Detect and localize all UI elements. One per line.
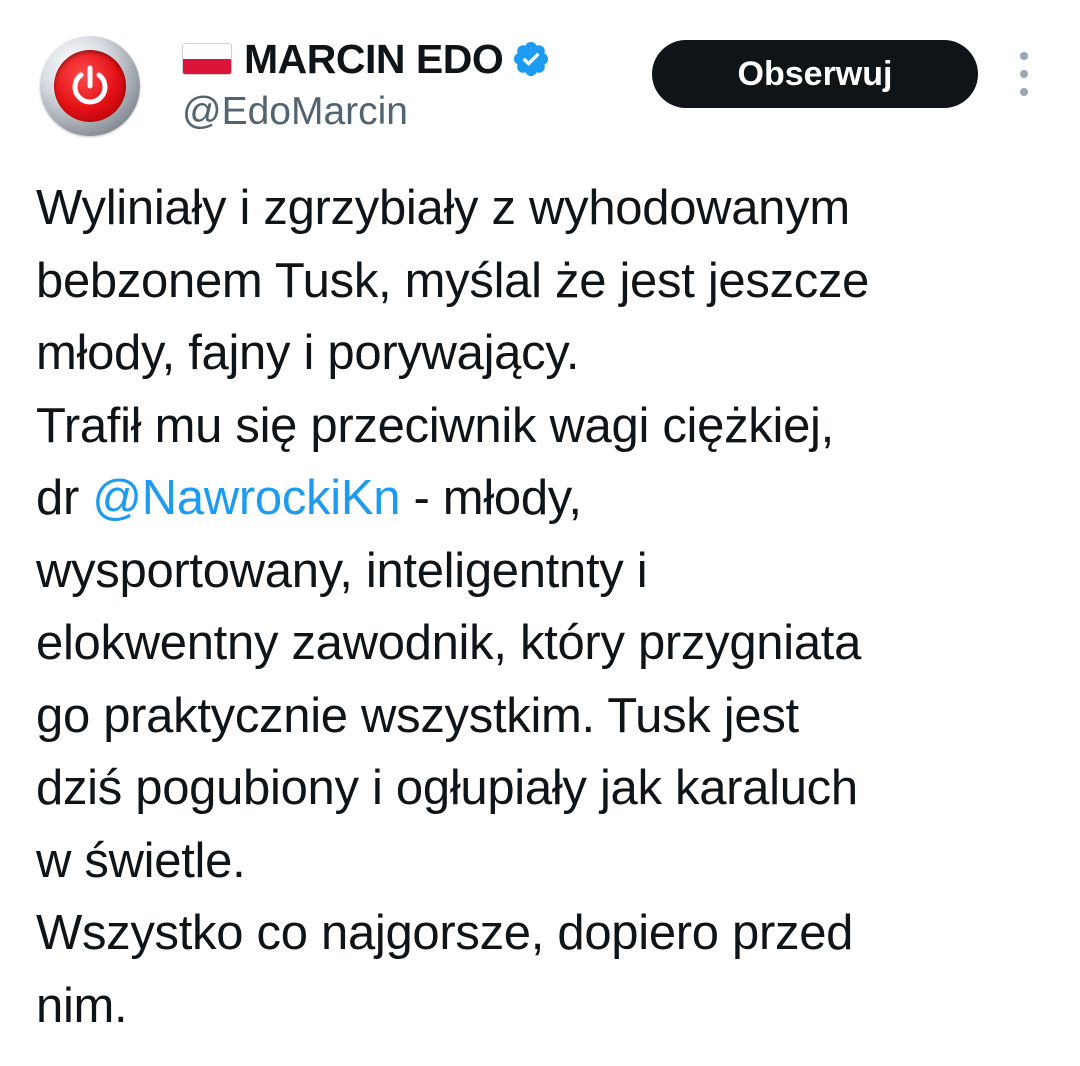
more-dot xyxy=(1020,88,1028,96)
author-display-name[interactable]: MARCIN EDO xyxy=(244,36,504,83)
tweet-line: go praktycznie wszystkim. Tusk jest xyxy=(36,688,799,743)
poland-flag-icon xyxy=(182,43,232,75)
tweet-line-with-mention: dr @NawrockiKn - młody, xyxy=(36,462,1056,535)
tweet-line: elokwentny zawodnik, który przygniata xyxy=(36,616,862,670)
tweet-line: dziś pogubiony i ogłupiały jak karaluch xyxy=(36,761,858,815)
more-options-icon[interactable] xyxy=(1008,52,1040,96)
tweet-line: bebzonem Tusk, myślal że jest jeszcze xyxy=(36,253,870,308)
more-dot xyxy=(1020,70,1028,78)
tweet-line: młody, fajny i porywający. xyxy=(36,326,580,380)
more-dot xyxy=(1020,52,1028,60)
tweet-line: Trafił mu się przeciwnik wagi ciężkiej, xyxy=(36,398,834,453)
tweet-text-fragment: dr xyxy=(36,471,93,525)
tweet-text-fragment: - młody, xyxy=(400,471,582,525)
tweet-line: w świetle. xyxy=(36,833,246,888)
tweet-line: wysportowany, inteligentnty i xyxy=(36,543,648,598)
follow-button[interactable]: Obserwuj xyxy=(652,40,978,108)
mention-link[interactable]: @NawrockiKn xyxy=(92,471,400,525)
tweet-line: Wszystko co najgorsze, dopiero przed xyxy=(36,906,854,960)
avatar[interactable] xyxy=(40,36,140,136)
author-handle[interactable]: @EdoMarcin xyxy=(182,90,408,134)
tweet-header: MARCIN EDO @EdoMarcin Obserwuj xyxy=(0,0,1080,150)
tweet-line: nim. xyxy=(36,978,128,1033)
verified-badge-icon xyxy=(514,41,549,77)
tweet-text: Wyliniały i zgrzybiały z wyhodowanym beb… xyxy=(36,172,1056,1042)
author-name-row: MARCIN EDO xyxy=(182,36,551,82)
power-button-icon xyxy=(72,65,108,105)
tweet-line: Wyliniały i zgrzybiały z wyhodowanym xyxy=(36,181,850,235)
